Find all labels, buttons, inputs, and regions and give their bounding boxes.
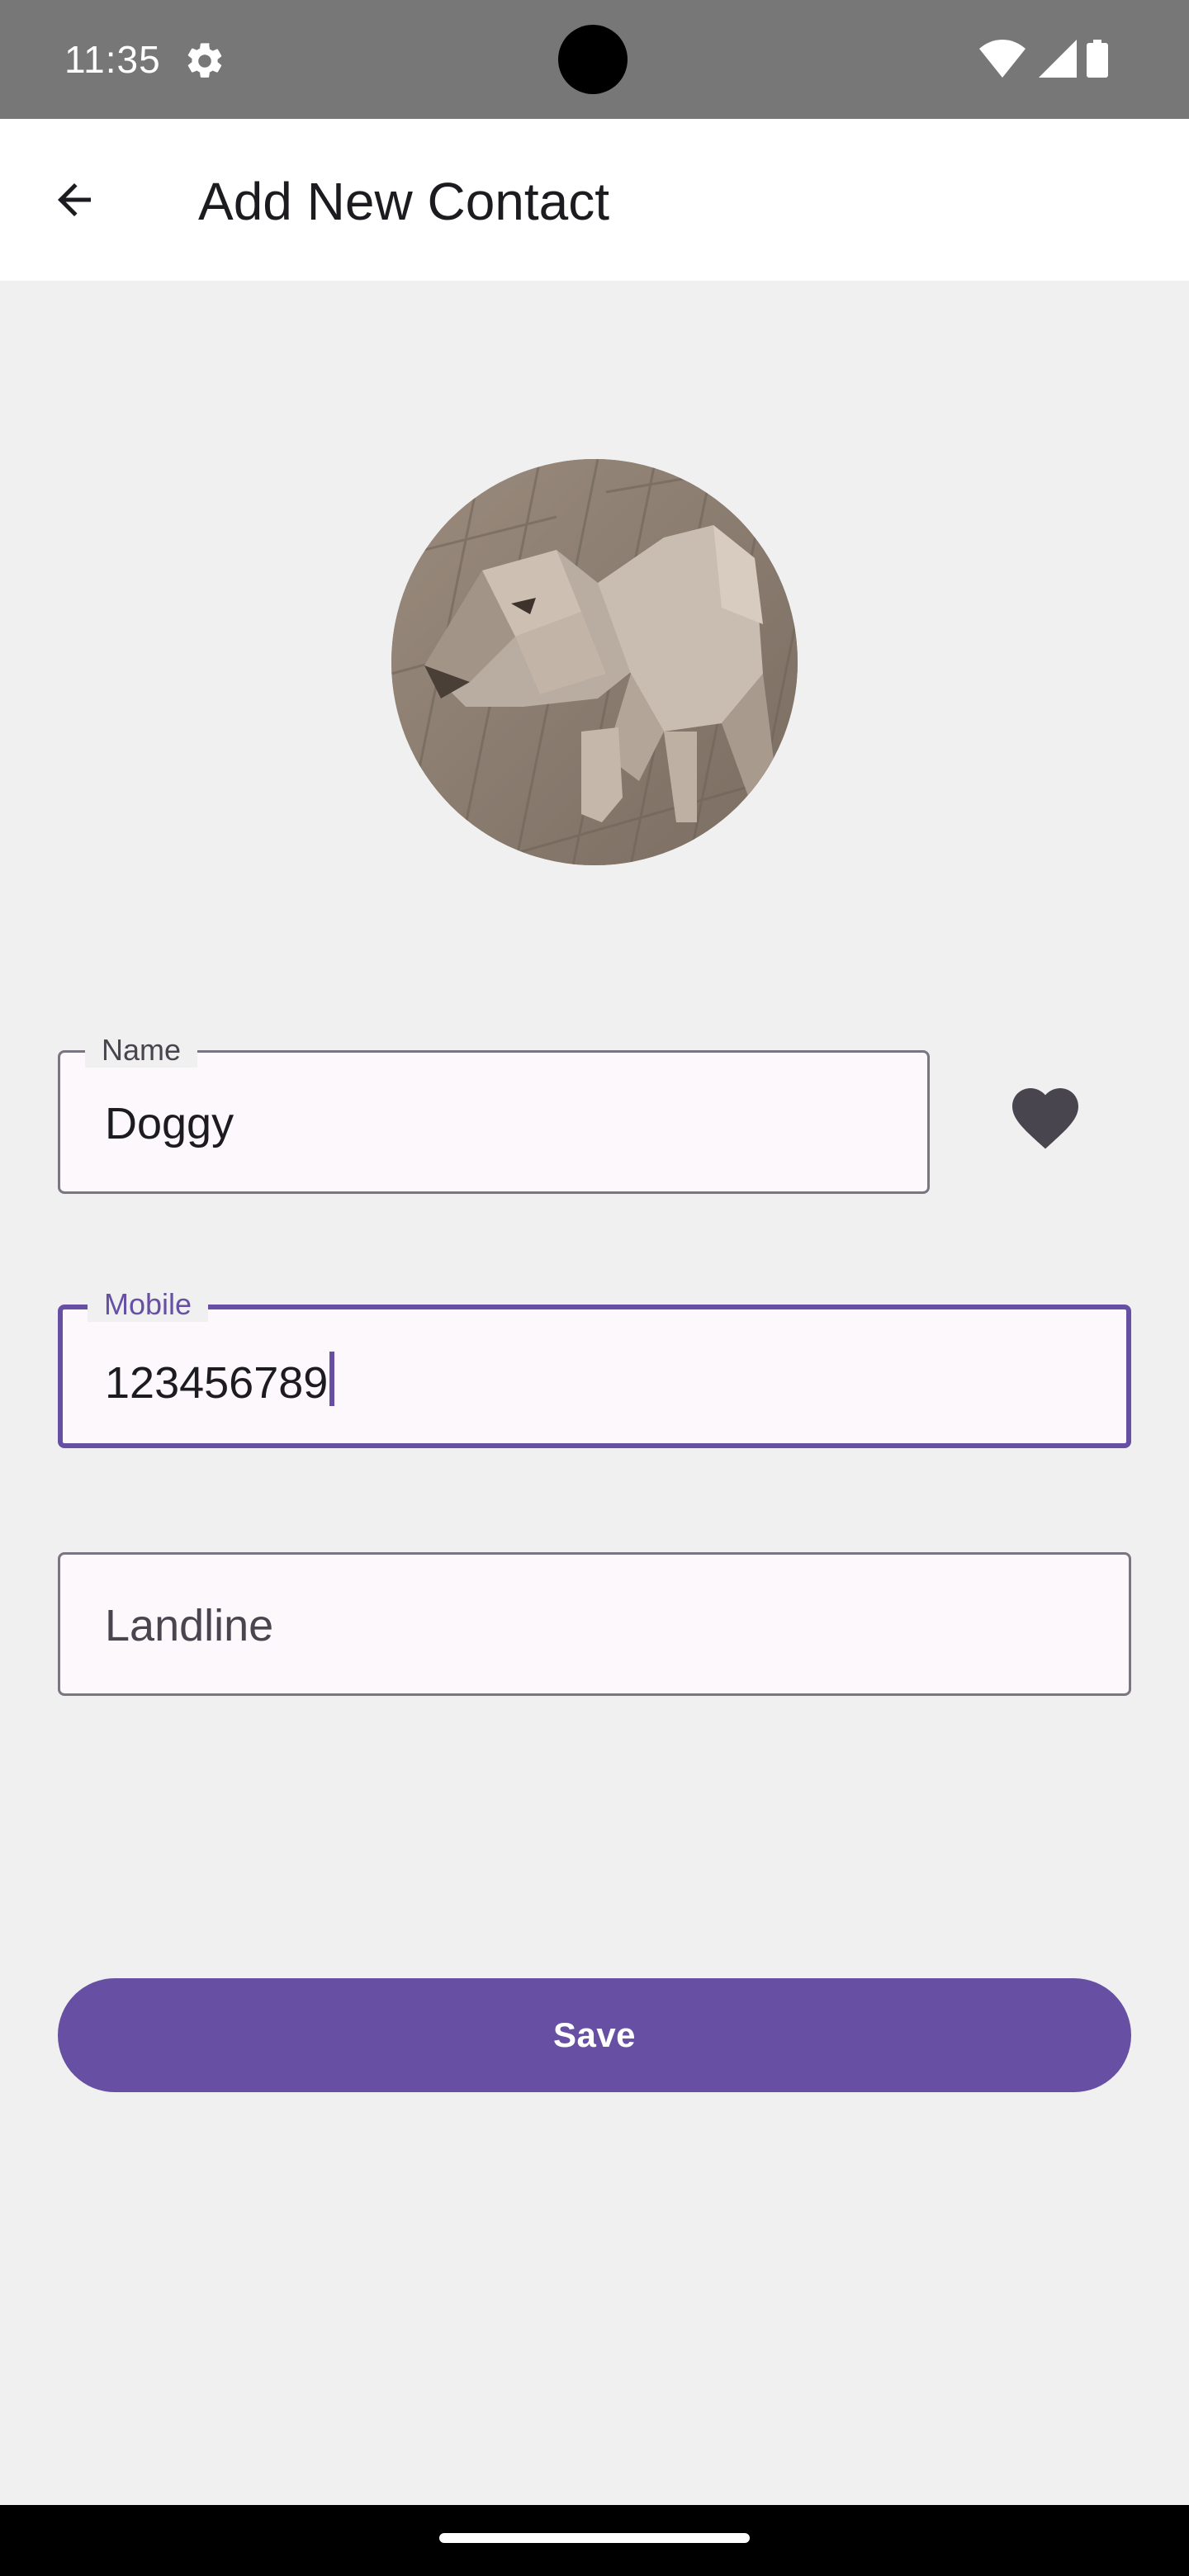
- name-field-value: Doggy: [105, 1099, 234, 1148]
- status-bar: 11:35: [0, 0, 1189, 119]
- front-camera-cutout: [558, 25, 628, 94]
- text-cursor: [329, 1352, 335, 1406]
- mobile-field-label: Mobile: [88, 1287, 209, 1322]
- dog-photo: [391, 459, 798, 865]
- arrow-back-icon: [58, 183, 91, 216]
- contact-avatar[interactable]: [391, 459, 798, 865]
- name-field[interactable]: Name Doggy: [58, 1033, 930, 1194]
- back-button[interactable]: [35, 160, 114, 239]
- battery-icon: [1087, 40, 1108, 78]
- top-app-bar: Add New Contact: [0, 119, 1189, 281]
- settings-gear-icon: [187, 43, 222, 78]
- mobile-field-value-wrapper: 123456789: [105, 1352, 335, 1409]
- mobile-field[interactable]: Mobile 123456789: [58, 1287, 1131, 1448]
- landline-field-placeholder: Landline: [105, 1601, 274, 1650]
- home-gesture-handle[interactable]: [439, 2533, 750, 2543]
- heart-icon: [1012, 1088, 1078, 1149]
- name-field-label: Name: [85, 1033, 198, 1068]
- cellular-signal-icon: [1039, 40, 1077, 78]
- page-title: Add New Contact: [198, 172, 610, 231]
- favorite-button[interactable]: [981, 1054, 1110, 1182]
- system-navigation-bar: [0, 2505, 1189, 2576]
- landline-field[interactable]: Landline: [58, 1552, 1131, 1696]
- status-time: 11:35: [64, 38, 161, 81]
- wifi-icon: [979, 40, 1026, 78]
- save-button[interactable]: Save: [58, 1978, 1131, 2092]
- mobile-field-value: 123456789: [105, 1358, 329, 1408]
